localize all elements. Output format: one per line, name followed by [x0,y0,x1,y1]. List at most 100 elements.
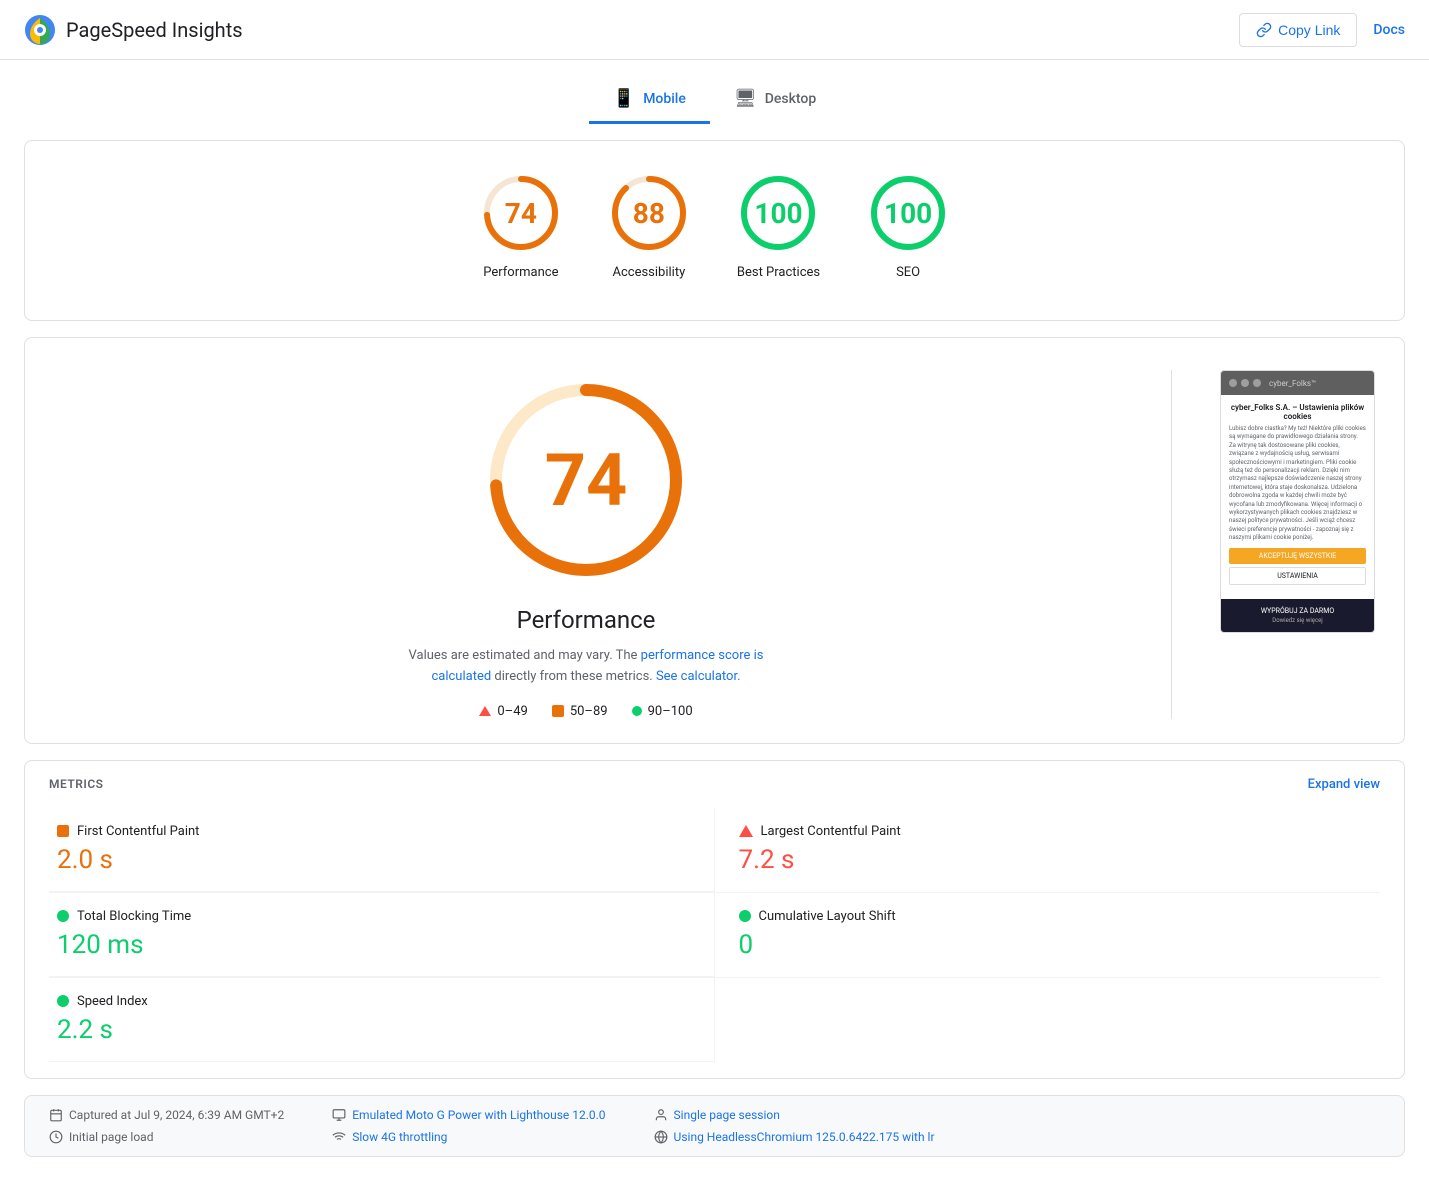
perf-score-value: 74 [545,438,628,523]
footer-emulated: Emulated Moto G Power with Lighthouse 12… [332,1108,605,1122]
legend-fail-icon [479,706,491,716]
legend-average-range: 50–89 [570,704,608,719]
si-name: Speed Index [77,994,148,1009]
performance-section: 74 Performance Values are estimated and … [24,337,1405,744]
screenshot-title: cyber_Folks S.A. – Ustawienia plików coo… [1229,403,1366,421]
footer-captured: Captured at Jul 9, 2024, 6:39 AM GMT+2 [49,1108,284,1122]
tbt-indicator [57,910,69,922]
lcp-indicator [739,825,753,837]
best-practices-score: 100 [754,197,802,230]
monitor-icon [332,1108,346,1122]
legend-fail-range: 0–49 [497,704,527,719]
link-icon [1256,22,1272,38]
fcp-name: First Contentful Paint [77,824,199,839]
metrics-row-3: Speed Index 2.2 s [49,978,1380,1062]
header-right: Copy Link Docs [1239,13,1405,47]
perf-description: Values are estimated and may vary. The p… [386,646,786,688]
clock-icon [49,1130,63,1144]
screenshot-bottom-label: WYPRÓBUJ ZA DARMO [1225,607,1370,615]
screenshot-btn-accept: AKCEPTUJĘ WSZYSTKIE [1229,548,1366,564]
seo-circle: 100 [868,173,948,253]
screenshot-site-name: cyber_Folks™ [1269,379,1316,388]
score-card-best-practices: 100 Best Practices [737,173,820,280]
mobile-icon: 📱 [613,88,635,109]
app-title: PageSpeed Insights [66,18,243,42]
globe-icon [654,1130,668,1144]
best-practices-circle: 100 [738,173,818,253]
performance-label: Performance [483,265,558,280]
screenshot-bottom-sub: Dowiedz się więcej [1225,617,1370,624]
tab-desktop-label: Desktop [765,91,816,107]
legend-pass-icon [632,706,642,716]
metric-si: Speed Index 2.2 s [49,978,715,1062]
performance-circle: 74 [481,173,561,253]
copy-link-button[interactable]: Copy Link [1239,13,1357,47]
tbt-value: 120 ms [57,930,706,960]
desktop-icon: 🖥 [734,88,757,109]
metrics-row-2: Total Blocking Time 120 ms Cumulative La… [49,893,1380,978]
legend-item-fail: 0–49 [479,704,527,719]
metric-cls-header: Cumulative Layout Shift [739,909,1373,924]
screenshot-text: Lubisz dobre ciastka? My też! Niektóre p… [1229,425,1366,542]
metric-tbt: Total Blocking Time 120 ms [49,893,715,977]
fcp-indicator [57,825,69,837]
footer-browser-link[interactable]: Using HeadlessChromium 125.0.6422.175 wi… [674,1130,935,1144]
footer-initial-load: Initial page load [49,1130,284,1144]
header: PageSpeed Insights Copy Link Docs [0,0,1429,60]
tbt-name: Total Blocking Time [77,909,191,924]
fcp-value: 2.0 s [57,845,706,875]
si-value: 2.2 s [57,1015,706,1045]
screenshot-dot-1 [1229,379,1237,387]
perf-left: 74 Performance Values are estimated and … [49,370,1123,719]
header-left: PageSpeed Insights [24,14,243,46]
footer-bar: Captured at Jul 9, 2024, 6:39 AM GMT+2 I… [24,1095,1405,1157]
score-cards-section: 74 Performance 88 Accessibility [24,140,1405,321]
metrics-header: METRICS Expand view [49,777,1380,792]
expand-view-button[interactable]: Expand view [1308,777,1380,792]
footer-emulated-link[interactable]: Emulated Moto G Power with Lighthouse 12… [352,1108,605,1122]
cls-value: 0 [739,930,1373,960]
perf-right: cyber_Folks™ cyber_Folks S.A. – Ustawien… [1220,370,1380,633]
tab-mobile[interactable]: 📱 Mobile [589,76,710,124]
pagespeed-logo-icon [24,14,56,46]
accessibility-circle: 88 [609,173,689,253]
footer-session-link[interactable]: Single page session [674,1108,780,1122]
metric-empty [715,978,1381,1062]
tab-desktop[interactable]: 🖥 Desktop [710,76,840,124]
metric-fcp-header: First Contentful Paint [57,824,706,839]
best-practices-label: Best Practices [737,265,820,280]
tabs-container: 📱 Mobile 🖥 Desktop [0,60,1429,124]
metric-tbt-header: Total Blocking Time [57,909,706,924]
metric-fcp: First Contentful Paint 2.0 s [49,808,715,892]
calendar-icon [49,1108,63,1122]
legend-pass-range: 90–100 [648,704,693,719]
screenshot-frame: cyber_Folks™ cyber_Folks S.A. – Ustawien… [1220,370,1375,633]
perf-calc-link2[interactable]: See calculator. [656,669,741,684]
docs-link[interactable]: Docs [1373,22,1405,38]
metrics-section: METRICS Expand view First Contentful Pai… [24,760,1405,1079]
seo-score: 100 [884,197,932,230]
perf-title: Performance [517,606,656,634]
footer-initial-load-text: Initial page load [69,1130,153,1144]
footer-throttling-link[interactable]: Slow 4G throttling [352,1130,447,1144]
cls-name: Cumulative Layout Shift [759,909,896,924]
copy-link-label: Copy Link [1278,22,1340,38]
user-icon [654,1108,668,1122]
si-indicator [57,995,69,1007]
metric-cls: Cumulative Layout Shift 0 [715,893,1381,977]
legend-average-icon [552,705,564,717]
footer-col-3: Single page session Using HeadlessChromi… [654,1108,935,1144]
footer-session: Single page session [654,1108,935,1122]
score-card-performance: 74 Performance [481,173,561,280]
screenshot-dot-2 [1241,379,1249,387]
metric-si-header: Speed Index [57,994,706,1009]
screenshot-btn-settings: USTAWIENIA [1229,567,1366,585]
wifi-icon [332,1130,346,1144]
lcp-name: Largest Contentful Paint [761,824,901,839]
cls-indicator [739,910,751,922]
score-card-accessibility: 88 Accessibility [609,173,689,280]
legend-item-average: 50–89 [552,704,608,719]
footer-col-1: Captured at Jul 9, 2024, 6:39 AM GMT+2 I… [49,1108,284,1144]
screenshot-top-bar: cyber_Folks™ [1221,371,1374,395]
accessibility-label: Accessibility [612,265,685,280]
